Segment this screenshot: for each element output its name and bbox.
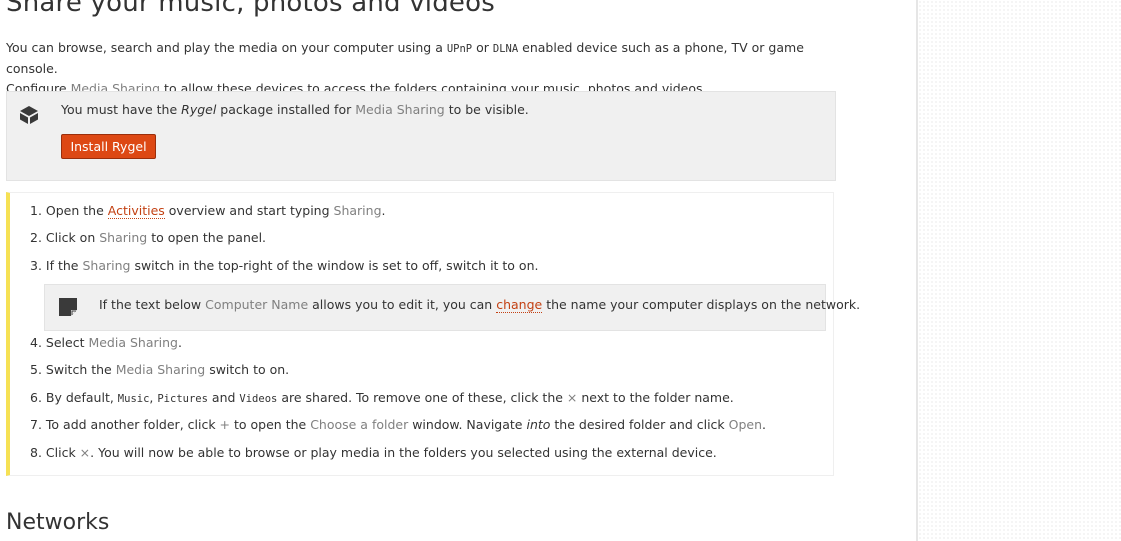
networks-heading: Networks [6, 510, 110, 535]
step-text: To add another folder, click [41, 417, 220, 432]
step-text: switch to on. [205, 362, 290, 377]
step-number: 1. [30, 203, 42, 218]
install-rygel-button[interactable]: Install Rygel [61, 134, 156, 159]
step-number: 8. [30, 445, 42, 460]
computer-name-note-text: If the text below Computer Name allows y… [99, 297, 861, 313]
computer-name-note: If the text below Computer Name allows y… [44, 284, 860, 331]
step-5: 5. Switch the Media Sharing switch to on… [30, 362, 289, 377]
step-text: next to the folder name. [577, 390, 734, 405]
steps-list: 1. Open the Activities overview and star… [6, 192, 860, 476]
step-text: Open the [41, 203, 108, 218]
note-text-part: package installed for [216, 102, 356, 117]
add-icon: + [219, 417, 231, 432]
remove-icon: × [566, 390, 578, 405]
help-page-content: Share your music, photos and videos You … [0, 0, 916, 541]
gui-choose-a-folder: Choose a folder [310, 417, 409, 432]
pictures-folder-code: Pictures [157, 393, 208, 405]
gui-open: Open [728, 417, 763, 432]
package-name: Rygel [181, 102, 217, 117]
step-4: 4. Select Media Sharing. [30, 335, 182, 350]
note-text-part: You must have the [61, 102, 182, 117]
note-text-part: If the text below [99, 297, 206, 312]
close-icon: × [79, 445, 91, 460]
step-2: 2. Click on Sharing to open the panel. [30, 230, 266, 245]
step-text: to open the panel. [147, 230, 267, 245]
gui-media-sharing: Media Sharing [115, 362, 206, 377]
step-text: are shared. To remove one of these, clic… [277, 390, 567, 405]
step-6: 6. By default, Music, Pictures and Video… [30, 390, 734, 405]
gui-sharing: Sharing [333, 203, 382, 218]
step-number: 3. [30, 258, 42, 273]
step-text: By default, [41, 390, 118, 405]
intro-text: or [472, 40, 493, 55]
step-text: If the [41, 258, 83, 273]
step-text: window. Navigate [408, 417, 527, 432]
gui-media-sharing: Media Sharing [355, 102, 445, 117]
activities-link[interactable]: Activities [107, 203, 165, 219]
step-text: . You will now be able to browse or play… [90, 445, 717, 460]
intro-line-1: You can browse, search and play the medi… [6, 38, 826, 79]
step-text: switch in the top-right of the window is… [130, 258, 539, 273]
step-text: the desired folder and click [550, 417, 729, 432]
step-number: 4. [30, 335, 42, 350]
step-1: 1. Open the Activities overview and star… [30, 203, 386, 219]
step-text: overview and start typing [164, 203, 334, 218]
page-title: Share your music, photos and videos [6, 0, 495, 18]
gui-sharing: Sharing [99, 230, 148, 245]
step-text: Click [41, 445, 80, 460]
intro-paragraph: You can browse, search and play the medi… [6, 38, 826, 99]
note-icon [59, 298, 77, 316]
emphasis-into: into [526, 417, 551, 432]
step-text: to open the [230, 417, 311, 432]
step-text: Switch the [41, 362, 116, 377]
step-number: 5. [30, 362, 42, 377]
package-icon [20, 106, 38, 124]
note-text-part: to be visible. [444, 102, 529, 117]
note-text-part: allows you to edit it, you can [308, 297, 497, 312]
step-3: 3. If the Sharing switch in the top-righ… [30, 258, 538, 273]
videos-folder-code: Videos [239, 393, 278, 405]
step-text: . [762, 417, 766, 432]
gui-sharing: Sharing [82, 258, 131, 273]
step-7: 7. To add another folder, click + to ope… [30, 417, 766, 432]
note-text: You must have the Rygel package installe… [61, 102, 529, 117]
gui-computer-name: Computer Name [205, 297, 309, 312]
step-number: 2. [30, 230, 42, 245]
dlna-code: DLNA [492, 43, 519, 55]
note-text-part: the name your computer displays on the n… [542, 297, 861, 312]
music-folder-code: Music [117, 393, 150, 405]
step-text: . [381, 203, 386, 218]
gui-media-sharing: Media Sharing [88, 335, 178, 350]
step-text: . [177, 335, 182, 350]
install-package-note: You must have the Rygel package installe… [6, 91, 836, 181]
step-text: Select [41, 335, 89, 350]
step-number: 7. [30, 417, 42, 432]
step-text: and [207, 390, 240, 405]
upnp-code: UPnP [446, 43, 473, 55]
change-link[interactable]: change [496, 297, 543, 313]
sidebar-pattern [916, 0, 1121, 541]
step-number: 6. [30, 390, 42, 405]
step-8: 8. Click ×. You will now be able to brow… [30, 445, 717, 460]
intro-text: You can browse, search and play the medi… [6, 40, 447, 55]
step-text: Click on [41, 230, 100, 245]
